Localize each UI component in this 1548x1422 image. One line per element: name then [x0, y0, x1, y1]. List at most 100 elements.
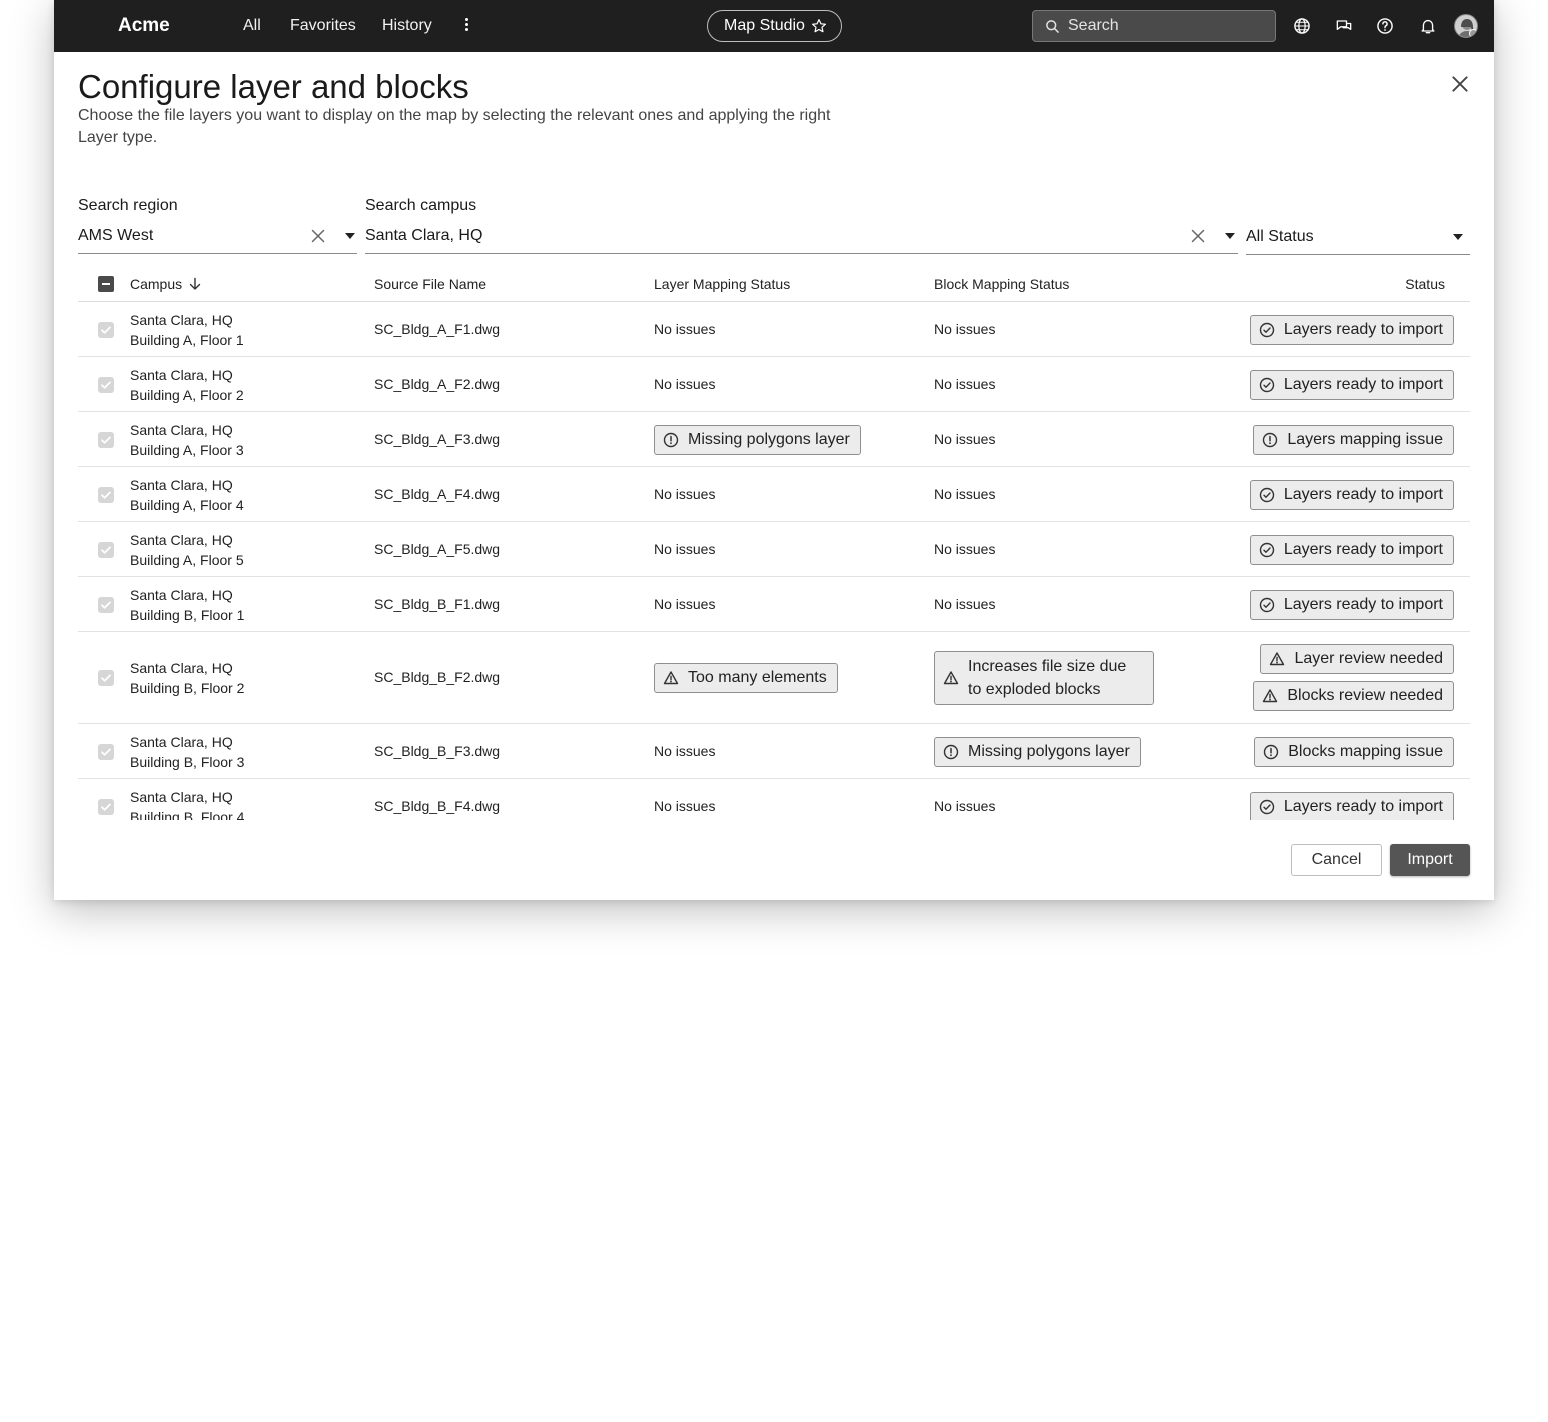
status-badge[interactable]: Layers ready to import	[1249, 479, 1454, 510]
table-row[interactable]: Santa Clara, HQ Building B, Floor 4 SC_Bld…	[78, 779, 1470, 820]
campus-filter-label: Search campus	[365, 197, 477, 214]
table-row[interactable]: Santa Clara, HQ Building A, Floor 5 SC_Bld…	[78, 522, 1470, 577]
user-avatar[interactable]	[1454, 14, 1478, 38]
status-badge[interactable]: Layer review needed	[1260, 644, 1454, 674]
source-file-name: SC_Bldg_B_F4.dwg	[374, 797, 501, 814]
cancel-button[interactable]: Cancel	[1291, 844, 1382, 876]
campus-name: Santa Clara, HQ	[130, 733, 233, 750]
table-row[interactable]: Santa Clara, HQ Building B, Floor 3 SC_Bld…	[78, 724, 1470, 779]
brand-logo[interactable]: Acme	[118, 15, 170, 37]
status-badge[interactable]: Layers ready to import	[1249, 791, 1454, 820]
app-name-label: Map Studio	[724, 17, 805, 34]
block-mapping-status: No issues	[934, 485, 996, 502]
global-search[interactable]	[1032, 10, 1276, 42]
search-input[interactable]	[1068, 17, 1248, 35]
table-row[interactable]: Santa Clara, HQ Building B, Floor 2 SC_Bld…	[78, 632, 1470, 724]
globe-icon[interactable]	[1292, 16, 1312, 36]
column-header-layer-mapping[interactable]: Layer Mapping Status	[654, 276, 790, 292]
status-badge-text: Layers ready to import	[1283, 320, 1443, 338]
source-file-name: SC_Bldg_B_F1.dwg	[374, 595, 501, 612]
campus-name: Santa Clara, HQ	[130, 586, 233, 603]
campus-name: Santa Clara, HQ	[130, 660, 233, 676]
status-filter-value: All Status	[1246, 227, 1314, 245]
more-menu-icon[interactable]	[458, 16, 474, 36]
row-checkbox[interactable]	[98, 486, 114, 503]
column-header-status[interactable]: Status	[1405, 276, 1445, 292]
row-checkbox[interactable]	[98, 798, 114, 815]
search-icon	[1046, 19, 1059, 33]
source-file-name: SC_Bldg_B_F2.dwg	[374, 669, 501, 685]
row-checkbox[interactable]	[98, 670, 114, 686]
status-badge[interactable]: Blocks review needed	[1253, 681, 1454, 711]
block-mapping-badge[interactable]: Missing polygons layer	[934, 736, 1141, 767]
row-checkbox[interactable]	[98, 321, 114, 338]
region-combobox[interactable]: AMS West	[78, 218, 357, 254]
nav-link-all[interactable]: All	[243, 17, 261, 35]
source-file-name: SC_Bldg_B_F3.dwg	[374, 742, 501, 759]
region-value: AMS West	[78, 226, 154, 244]
row-checkbox[interactable]	[98, 743, 114, 760]
files-table: Campus Source File Name Layer Mapping St…	[78, 266, 1470, 820]
column-header-block-mapping[interactable]: Block Mapping Status	[934, 276, 1069, 292]
table-row[interactable]: Santa Clara, HQ Building A, Floor 3 SC_Bld…	[78, 412, 1470, 467]
campus-cell: Santa Clara, HQ Building B, Floor 1	[130, 585, 244, 625]
row-checkbox[interactable]	[98, 541, 114, 558]
layer-mapping-badge-text: Too many elements	[688, 669, 827, 686]
layer-mapping-status: No issues	[654, 375, 716, 392]
select-all-checkbox[interactable]	[98, 276, 114, 292]
table-row[interactable]: Santa Clara, HQ Building B, Floor 1 SC_Bld…	[78, 577, 1470, 632]
status-badge-text: Layers ready to import	[1283, 595, 1443, 613]
close-icon[interactable]	[1450, 74, 1470, 94]
campus-name: Santa Clara, HQ	[130, 421, 233, 438]
status-badge-text: Layers ready to import	[1283, 485, 1443, 503]
block-mapping-status: No issues	[934, 430, 996, 447]
notification-bell-icon[interactable]	[1418, 16, 1438, 36]
building-floor: Building B, Floor 4	[130, 808, 245, 821]
status-badge-text: Blocks mapping issue	[1288, 742, 1443, 760]
table-row[interactable]: Santa Clara, HQ Building A, Floor 1 SC_Bld…	[78, 302, 1470, 357]
star-icon[interactable]	[811, 18, 827, 34]
chat-icon[interactable]	[1334, 16, 1354, 36]
campus-combobox[interactable]: Santa Clara, HQ	[365, 218, 1238, 254]
column-header-campus[interactable]: Campus	[130, 276, 202, 292]
status-badge[interactable]: Layers ready to import	[1249, 314, 1454, 345]
status-filter-select[interactable]: All Status	[1246, 219, 1470, 255]
clear-campus-icon[interactable]	[1191, 229, 1205, 243]
row-checkbox[interactable]	[98, 376, 114, 393]
campus-name: Santa Clara, HQ	[130, 366, 233, 383]
table-row[interactable]: Santa Clara, HQ Building A, Floor 2 SC_Bld…	[78, 357, 1470, 412]
campus-name: Santa Clara, HQ	[130, 311, 233, 328]
status-badge-text: Layers ready to import	[1283, 797, 1443, 815]
chevron-down-icon[interactable]	[1225, 232, 1235, 239]
import-button[interactable]: Import	[1390, 844, 1470, 876]
building-floor: Building B, Floor 1	[130, 606, 245, 623]
table-row[interactable]: Santa Clara, HQ Building A, Floor 4 SC_Bld…	[78, 467, 1470, 522]
source-file-name: SC_Bldg_A_F1.dwg	[374, 320, 501, 337]
row-checkbox[interactable]	[98, 431, 114, 448]
check-circle-icon	[1259, 487, 1275, 502]
column-header-source-file[interactable]: Source File Name	[374, 276, 486, 292]
layer-mapping-badge[interactable]: Too many elements	[654, 663, 838, 693]
status-badge[interactable]: Layers mapping issue	[1253, 424, 1454, 455]
chevron-down-icon[interactable]	[1453, 233, 1463, 240]
layer-mapping-badge[interactable]: Missing polygons layer	[654, 424, 861, 455]
app-window: Acme All Favorites History Map Studio Co…	[54, 0, 1494, 900]
source-file-name: SC_Bldg_A_F5.dwg	[374, 540, 501, 557]
help-icon[interactable]	[1375, 16, 1395, 36]
check-circle-icon	[1259, 377, 1275, 392]
arrow-down-icon[interactable]	[188, 277, 202, 291]
status-badge[interactable]: Blocks mapping issue	[1254, 736, 1454, 767]
warning-triangle-icon	[663, 671, 679, 685]
check-circle-icon	[1259, 322, 1275, 337]
nav-link-favorites[interactable]: Favorites	[290, 17, 356, 35]
chevron-down-icon[interactable]	[345, 232, 355, 239]
row-checkbox[interactable]	[98, 596, 114, 613]
status-badge[interactable]: Layers ready to import	[1249, 534, 1454, 565]
block-mapping-badge[interactable]: Increases file size due to exploded bloc…	[934, 651, 1154, 705]
status-badge[interactable]: Layers ready to import	[1249, 589, 1454, 620]
layer-mapping-status: No issues	[654, 742, 716, 759]
clear-region-icon[interactable]	[311, 229, 325, 243]
app-name-pill[interactable]: Map Studio	[707, 10, 842, 42]
status-badge[interactable]: Layers ready to import	[1249, 369, 1454, 400]
nav-link-history[interactable]: History	[382, 17, 432, 35]
